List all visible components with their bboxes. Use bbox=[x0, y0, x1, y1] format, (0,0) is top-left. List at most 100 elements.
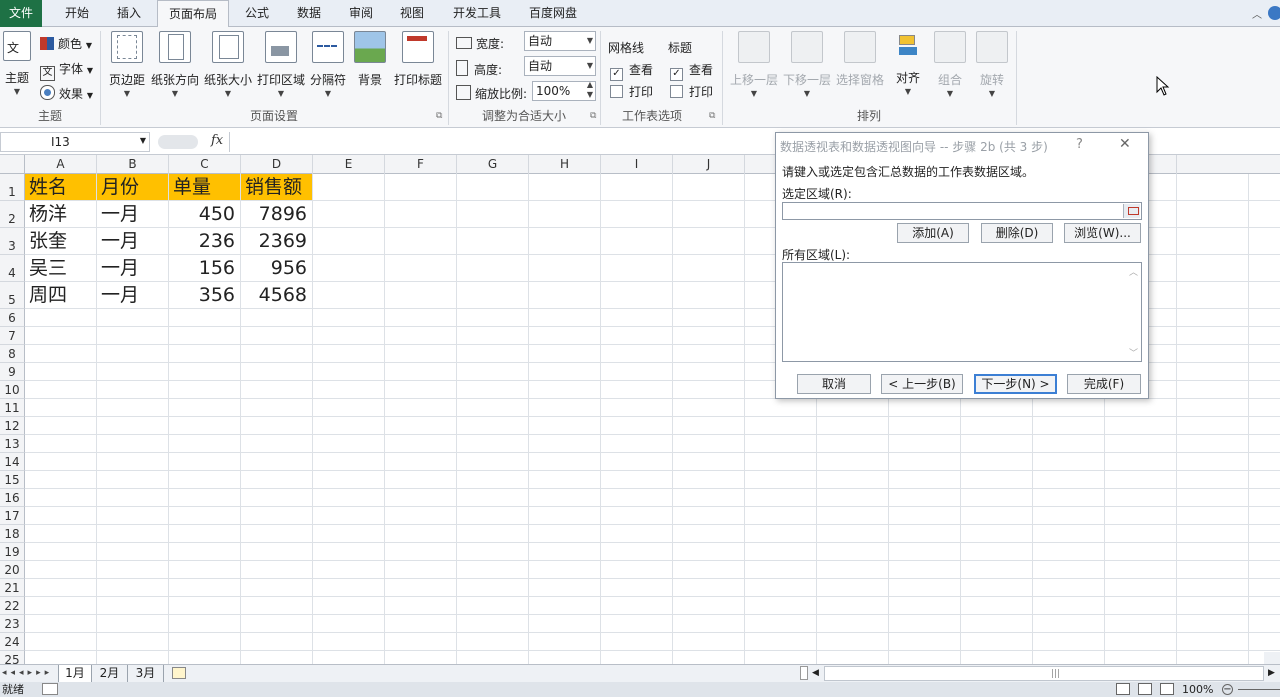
sheet-tab-2[interactable]: 2月 bbox=[92, 665, 128, 683]
page-break-view-icon[interactable] bbox=[1160, 683, 1174, 695]
tab-baidu-netdisk[interactable]: 百度网盘 bbox=[518, 0, 588, 27]
back-button[interactable]: < 上一步(B) bbox=[881, 374, 963, 394]
row-header[interactable]: 4 bbox=[0, 255, 25, 282]
print-area-button[interactable]: 打印区域 ▼ bbox=[256, 31, 306, 100]
row-header[interactable]: 12 bbox=[0, 417, 25, 435]
spinner-arrows-icon[interactable]: ▲ ▼ bbox=[587, 80, 593, 100]
row-header[interactable]: 15 bbox=[0, 471, 25, 489]
scroll-left-icon[interactable]: ◀ bbox=[812, 665, 819, 682]
insert-sheet-icon[interactable] bbox=[172, 667, 186, 679]
tab-home[interactable]: 开始 bbox=[53, 0, 101, 27]
data-cell[interactable]: 张奎 bbox=[25, 228, 96, 254]
gridlines-view-checkbox[interactable]: ✓ 查看 bbox=[610, 61, 653, 81]
theme-fonts-button[interactable]: 文字体 ▼ bbox=[40, 60, 93, 81]
minimize-ribbon-icon[interactable]: ︿ bbox=[1252, 6, 1262, 21]
header-cell[interactable]: 单量 bbox=[169, 174, 240, 200]
dialog-titlebar[interactable]: 数据透视表和数据透视图向导 -- 步骤 2b (共 3 步) ? ✕ bbox=[776, 133, 1148, 157]
horizontal-scrollbar[interactable]: ||| bbox=[824, 666, 1264, 681]
row-header[interactable]: 24 bbox=[0, 633, 25, 651]
data-cell[interactable]: 156 bbox=[169, 255, 240, 281]
tab-file[interactable]: 文件 bbox=[0, 0, 42, 27]
header-cell[interactable]: 姓名 bbox=[25, 174, 96, 200]
row-header[interactable]: 2 bbox=[0, 201, 25, 228]
column-header[interactable]: E bbox=[313, 155, 385, 174]
macro-record-icon[interactable] bbox=[42, 683, 58, 695]
help-button[interactable]: ? bbox=[1076, 137, 1083, 152]
size-button[interactable]: 纸张大小 ▼ bbox=[203, 31, 253, 100]
zoom-out-icon[interactable]: − bbox=[1222, 684, 1233, 695]
column-header[interactable]: B bbox=[97, 155, 169, 174]
row-header[interactable]: 17 bbox=[0, 507, 25, 525]
add-button[interactable]: 添加(A) bbox=[897, 223, 969, 243]
page-layout-view-icon[interactable] bbox=[1138, 683, 1152, 695]
scroll-up-icon[interactable]: ︿ bbox=[1129, 265, 1138, 278]
vertical-scrollbar[interactable] bbox=[1264, 652, 1280, 664]
next-button[interactable]: 下一步(N) > bbox=[974, 374, 1057, 394]
tab-data[interactable]: 数据 bbox=[285, 0, 333, 27]
dialog-launcher-icon[interactable]: ⧉ bbox=[709, 111, 715, 121]
row-header[interactable]: 10 bbox=[0, 381, 25, 399]
row-header[interactable]: 7 bbox=[0, 327, 25, 345]
dialog-launcher-icon[interactable]: ⧉ bbox=[590, 111, 596, 121]
data-cell[interactable]: 吴三 bbox=[25, 255, 96, 281]
dialog-launcher-icon[interactable]: ⧉ bbox=[436, 111, 442, 121]
column-header[interactable]: F bbox=[385, 155, 457, 174]
row-header[interactable]: 9 bbox=[0, 363, 25, 381]
row-header[interactable]: 21 bbox=[0, 579, 25, 597]
row-header[interactable]: 20 bbox=[0, 561, 25, 579]
row-header[interactable]: 8 bbox=[0, 345, 25, 363]
scale-spinner[interactable]: 100% ▲ ▼ bbox=[532, 80, 596, 101]
breaks-button[interactable]: 分隔符 ▼ bbox=[308, 31, 348, 100]
row-header[interactable]: 13 bbox=[0, 435, 25, 453]
row-header[interactable]: 19 bbox=[0, 543, 25, 561]
normal-view-icon[interactable] bbox=[1116, 683, 1130, 695]
data-cell[interactable]: 一月 bbox=[97, 228, 168, 254]
range-input[interactable] bbox=[782, 202, 1142, 220]
sheet-nav-arrows-icon[interactable]: ◂◂◂▸▸▸ bbox=[2, 665, 53, 682]
select-all-corner[interactable] bbox=[0, 155, 25, 174]
range-picker-icon[interactable] bbox=[1123, 204, 1140, 218]
data-cell[interactable]: 2369 bbox=[241, 228, 312, 254]
bring-forward-button[interactable]: 上移一层 ▼ bbox=[728, 31, 780, 100]
themes-button[interactable]: 文 主题 ▼ bbox=[2, 31, 32, 98]
selection-pane-button[interactable]: 选择窗格 bbox=[834, 31, 886, 88]
zoom-level[interactable]: 100% bbox=[1182, 682, 1213, 697]
cancel-button[interactable]: 取消 bbox=[797, 374, 871, 394]
data-cell[interactable]: 一月 bbox=[97, 255, 168, 281]
finish-button[interactable]: 完成(F) bbox=[1067, 374, 1141, 394]
tab-formulas[interactable]: 公式 bbox=[234, 0, 280, 27]
row-header[interactable]: 5 bbox=[0, 282, 25, 309]
headings-print-checkbox[interactable]: 打印 bbox=[670, 83, 713, 100]
column-header[interactable]: H bbox=[529, 155, 601, 174]
data-cell[interactable]: 450 bbox=[169, 201, 240, 227]
headings-view-checkbox[interactable]: ✓ 查看 bbox=[670, 61, 713, 81]
scroll-down-icon[interactable]: ﹀ bbox=[1129, 346, 1138, 359]
tab-review[interactable]: 审阅 bbox=[338, 0, 384, 27]
data-cell[interactable]: 956 bbox=[241, 255, 312, 281]
background-button[interactable]: 背景 bbox=[352, 31, 388, 88]
sheet-tab-3[interactable]: 3月 bbox=[128, 665, 164, 683]
column-header[interactable]: J bbox=[673, 155, 745, 174]
theme-colors-button[interactable]: 颜色 ▼ bbox=[40, 35, 92, 52]
tab-view[interactable]: 视图 bbox=[389, 0, 435, 27]
insert-function-button[interactable]: fx bbox=[211, 133, 223, 148]
scroll-right-icon[interactable]: ▶ bbox=[1268, 665, 1275, 682]
row-header[interactable]: 14 bbox=[0, 453, 25, 471]
orientation-button[interactable]: 纸张方向 ▼ bbox=[150, 31, 200, 100]
sheet-tab-1[interactable]: 1月 bbox=[58, 665, 92, 683]
row-header[interactable]: 23 bbox=[0, 615, 25, 633]
data-cell[interactable]: 周四 bbox=[25, 282, 96, 308]
row-header[interactable]: 1 bbox=[0, 174, 25, 201]
delete-button[interactable]: 删除(D) bbox=[981, 223, 1053, 243]
row-header[interactable]: 18 bbox=[0, 525, 25, 543]
row-header[interactable]: 3 bbox=[0, 228, 25, 255]
close-button[interactable]: ✕ bbox=[1119, 136, 1131, 152]
zoom-slider[interactable] bbox=[1238, 689, 1280, 690]
browse-button[interactable]: 浏览(W)... bbox=[1064, 223, 1141, 243]
group-button[interactable]: 组合 ▼ bbox=[932, 31, 968, 100]
align-button[interactable]: 对齐 ▼ bbox=[890, 31, 926, 98]
help-icon[interactable] bbox=[1268, 6, 1280, 20]
theme-effects-button[interactable]: 效果 ▼ bbox=[40, 85, 93, 102]
height-select[interactable]: 自动 ▼ bbox=[524, 56, 596, 76]
width-select[interactable]: 自动 ▼ bbox=[524, 31, 596, 51]
